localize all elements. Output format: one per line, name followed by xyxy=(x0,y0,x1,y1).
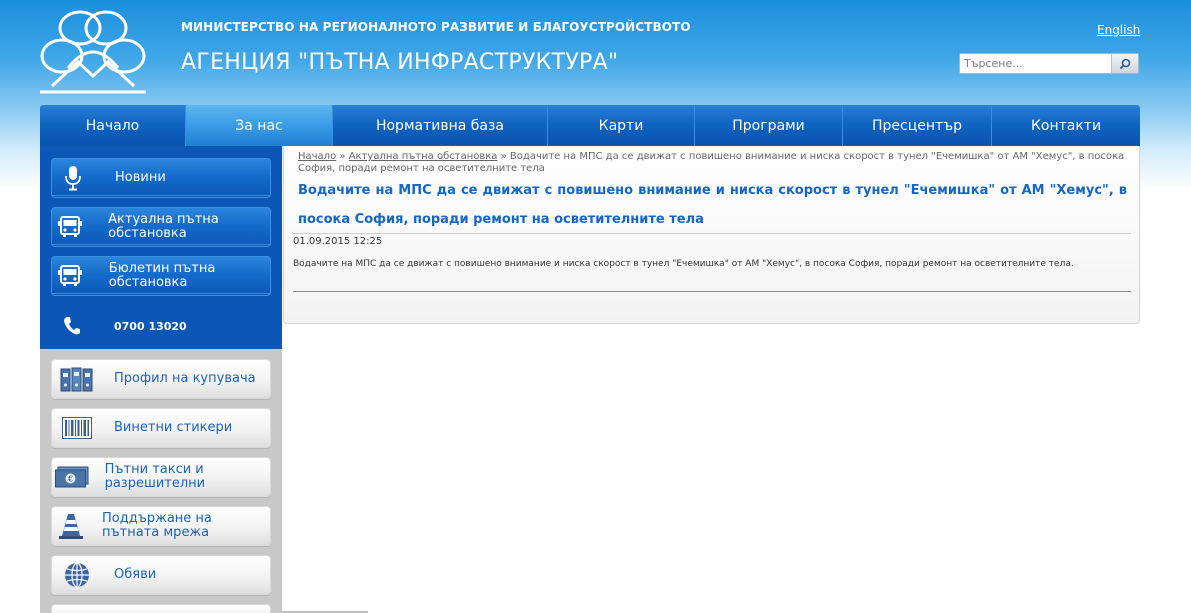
title-divider xyxy=(293,233,1131,234)
sidebar-item-vignette-stickers[interactable]: Винетни стикери xyxy=(51,408,271,448)
binders-icon xyxy=(52,366,102,392)
bus-icon xyxy=(52,215,87,239)
agency-logo[interactable] xyxy=(38,6,148,94)
sidebar-item-label: Винетни стикери xyxy=(114,420,233,435)
article-title: Водачите на МПС да се движат с повишено … xyxy=(298,183,1127,227)
hotline-number: 0700 13020 xyxy=(114,319,187,333)
breadcrumb-home-link[interactable]: Начало xyxy=(298,151,336,162)
sidebar-item-road-conditions[interactable]: Актуална пътна обстановка xyxy=(51,207,271,247)
sidebar-item-road-bulletin[interactable]: Бюлетин пътна обстановка xyxy=(51,256,271,296)
search-icon xyxy=(1119,58,1131,69)
sidebar-item-buyer-profile[interactable]: Профил на купувача xyxy=(51,359,271,399)
nav-item-contacts[interactable]: Контакти xyxy=(992,105,1140,146)
bus-icon xyxy=(52,264,88,288)
search-box xyxy=(959,53,1139,74)
sidebar-primary: Новини Актуална пътна обстановка Бюлетин… xyxy=(40,146,282,349)
hotline-phone: 0700 13020 xyxy=(51,312,271,340)
phone-icon xyxy=(51,316,93,336)
breadcrumb-separator: » xyxy=(500,151,507,162)
breadcrumb-section-link[interactable]: Актуална пътна обстановка xyxy=(349,151,498,162)
sidebar-item-partial[interactable] xyxy=(51,604,271,613)
banknote-icon: € xyxy=(52,466,93,488)
sidebar-item-label: Профил на купувача xyxy=(114,371,256,386)
sidebar-item-label: Новини xyxy=(115,170,166,185)
globe-icon xyxy=(52,561,102,589)
nav-item-maps[interactable]: Карти xyxy=(548,105,695,146)
nav-item-about[interactable]: За нас xyxy=(186,105,333,146)
sidebar-item-label: Бюлетин пътна обстановка xyxy=(108,261,216,290)
breadcrumb: Начало » Актуална пътна обстановка » Вод… xyxy=(298,151,1131,175)
sidebar-secondary: Профил на купувача Винетни стикери € Път… xyxy=(40,349,282,613)
ministry-subtitle: МИНИСТЕРСТВО НА РЕГИОНАЛНОТО РАЗВИТИЕ И … xyxy=(181,20,691,34)
sidebar-item-label: Актуална пътна обстановка xyxy=(108,212,219,241)
search-button[interactable] xyxy=(1111,54,1138,73)
main-navigation: Начало За нас Нормативна база Карти Прог… xyxy=(40,105,1140,146)
sidebar-item-label: Поддържане на пътната мрежа xyxy=(101,511,212,540)
sidebar-item-label: Пътни такси и разрешителни xyxy=(104,462,206,491)
sidebar-item-road-tolls[interactable]: € Пътни такси и разрешителни xyxy=(51,457,271,497)
nav-item-programs[interactable]: Програми xyxy=(695,105,843,146)
article-date: 01.09.2015 12:25 xyxy=(293,236,383,247)
breadcrumb-separator: » xyxy=(339,151,346,162)
article-divider xyxy=(293,291,1131,292)
traffic-cone-icon xyxy=(52,512,90,540)
microphone-icon xyxy=(52,165,94,191)
sidebar-item-road-maintenance[interactable]: Поддържане на пътната мрежа xyxy=(51,506,271,546)
search-input[interactable] xyxy=(960,54,1111,73)
sidebar-item-label: Обяви xyxy=(114,567,157,582)
sidebar-item-announcements[interactable]: Обяви xyxy=(51,555,271,595)
article-panel: Начало » Актуална пътна обстановка » Вод… xyxy=(283,146,1140,324)
sidebar-item-news[interactable]: Новини xyxy=(51,158,271,198)
barcode-icon xyxy=(52,417,102,439)
logo-emblem xyxy=(40,10,146,94)
english-language-link[interactable]: English xyxy=(1097,23,1140,37)
nav-item-legislation[interactable]: Нормативна база xyxy=(333,105,548,146)
nav-item-press-center[interactable]: Пресцентър xyxy=(843,105,992,146)
nav-item-home[interactable]: Начало xyxy=(40,105,186,146)
agency-title: АГЕНЦИЯ "ПЪТНА ИНФРАСТРУКТУРА" xyxy=(181,50,619,75)
article-body: Водачите на МПС да се движат с повишено … xyxy=(293,259,1074,269)
svg-text:€: € xyxy=(68,475,73,484)
